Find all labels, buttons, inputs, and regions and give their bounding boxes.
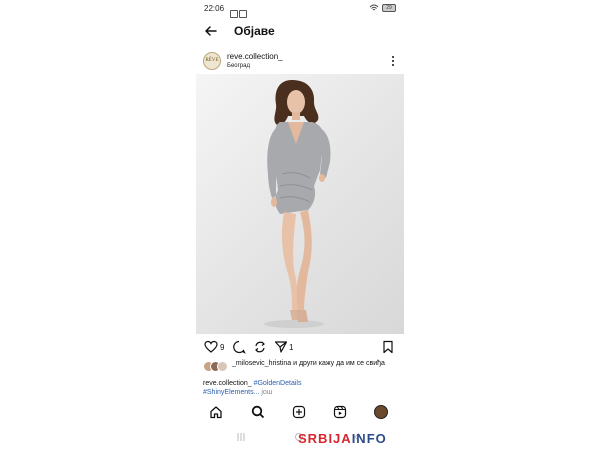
- post-image[interactable]: [196, 74, 404, 334]
- model-photo: [264, 80, 331, 328]
- create-icon[interactable]: [292, 405, 306, 419]
- caption-username[interactable]: reve.collection_: [203, 380, 252, 387]
- page-title: Објаве: [234, 24, 275, 38]
- share-icon[interactable]: [274, 340, 288, 354]
- right-hand: [319, 174, 325, 182]
- left-hand: [271, 197, 277, 207]
- status-time: 22:06: [204, 4, 225, 13]
- neck: [292, 112, 300, 120]
- status-right: 29: [369, 4, 396, 12]
- more-options-icon[interactable]: [391, 55, 395, 67]
- comment-icon[interactable]: [232, 340, 246, 354]
- home-icon[interactable]: [209, 405, 223, 419]
- face: [287, 90, 305, 114]
- page-header: Објаве: [196, 20, 404, 42]
- liker-username[interactable]: _milosevic_hristina: [232, 360, 291, 367]
- hashtag-golden-details[interactable]: #GoldenDetails: [254, 380, 302, 387]
- avatar[interactable]: RÊVE: [203, 52, 221, 70]
- hashtag-shiny-elements[interactable]: #ShinyElements...: [203, 389, 259, 396]
- caption-more-link[interactable]: још: [259, 389, 272, 396]
- repost-icon[interactable]: [253, 340, 267, 354]
- post-location[interactable]: Београд: [227, 63, 250, 69]
- left-sleeve: [267, 128, 278, 198]
- post-header: RÊVE reve.collection_ Београд: [196, 50, 404, 74]
- bookmark-icon[interactable]: [381, 340, 395, 354]
- heart-icon[interactable]: [204, 340, 218, 354]
- search-icon[interactable]: [251, 405, 265, 419]
- phone-screen: 22:06 29 Објаве RÊVE reve.collection_ Бе…: [196, 0, 404, 450]
- likes-row: _milosevic_hristina и други кажу да им с…: [196, 358, 404, 378]
- dress: [274, 122, 324, 214]
- post-actions: 9 1: [196, 338, 404, 356]
- post-username[interactable]: reve.collection_: [227, 52, 283, 61]
- notification-icons: [230, 5, 250, 18]
- like-count: 9: [220, 343, 225, 352]
- arrow-left-icon[interactable]: [204, 24, 218, 38]
- watermark-part1: SRBIJA: [298, 431, 352, 446]
- share-count: 1: [289, 343, 294, 352]
- watermark-logo: SRBIJAINFO: [298, 431, 387, 446]
- floor-shadow: [264, 320, 324, 328]
- right-leg: [296, 210, 312, 312]
- likes-text[interactable]: _milosevic_hristina и други кажу да им с…: [232, 359, 402, 368]
- right-shoe: [296, 310, 308, 322]
- wifi-icon: [369, 4, 379, 11]
- battery-indicator: 29: [382, 4, 396, 12]
- watermark-part2: INFO: [351, 431, 387, 446]
- profile-avatar[interactable]: [374, 405, 388, 419]
- left-leg: [281, 212, 298, 312]
- likes-rest: и други кажу да им се свиђа: [291, 360, 385, 367]
- status-bar: 22:06 29: [196, 0, 404, 18]
- liker-avatar: [217, 361, 228, 372]
- reels-icon[interactable]: [333, 405, 347, 419]
- recent-apps-icon[interactable]: [236, 432, 246, 442]
- bottom-nav: [196, 402, 404, 422]
- post-caption: reve.collection_ #GoldenDetails #ShinyEl…: [203, 379, 399, 397]
